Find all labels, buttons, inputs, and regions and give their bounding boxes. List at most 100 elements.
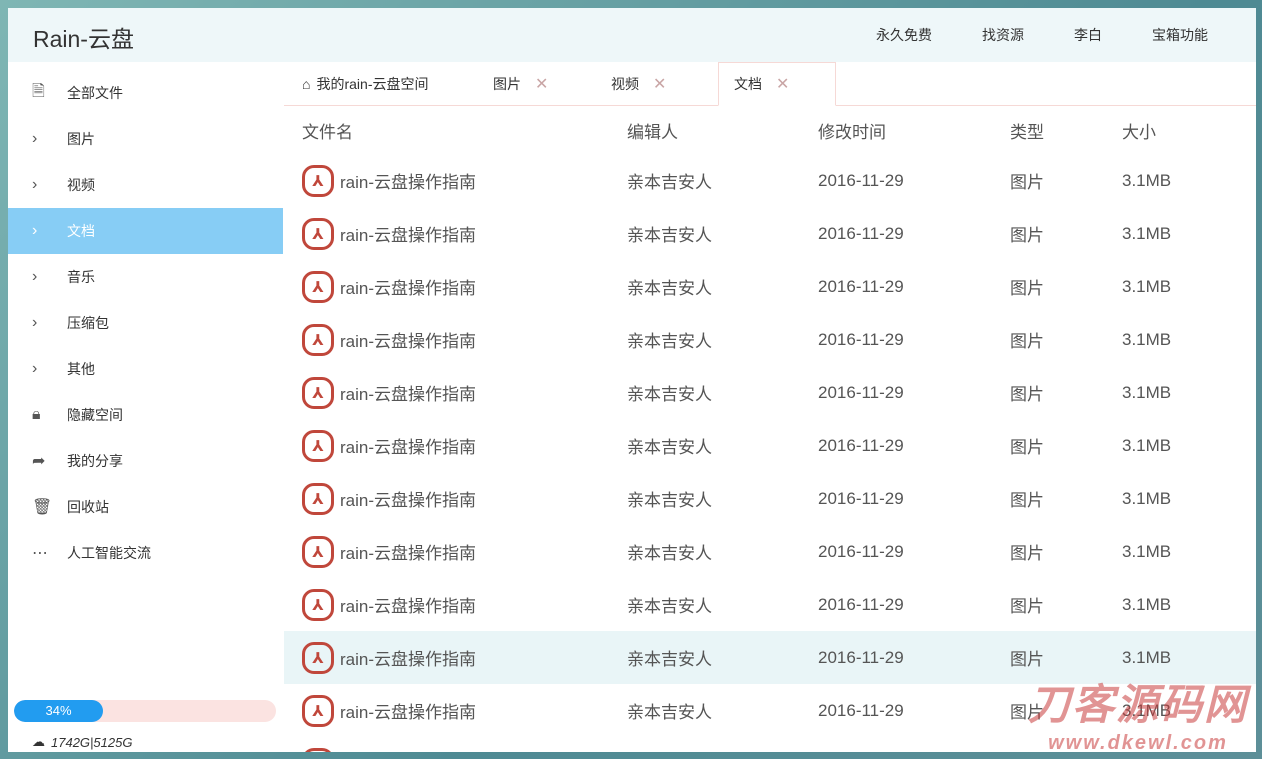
sidebar-item-label: 文档: [67, 223, 95, 239]
file-icon: 🗎: [32, 82, 45, 100]
top-nav-item[interactable]: 宝箱功能: [1152, 25, 1208, 45]
close-icon[interactable]: ✕: [653, 74, 666, 94]
sidebar-item[interactable]: ➦ 我的分享: [8, 438, 283, 484]
sidebar-item-label: 我的分享: [67, 453, 123, 469]
sidebar-item[interactable]: 🔒︎ 隐藏空间: [8, 392, 283, 438]
tab-label: 视频: [611, 75, 639, 92]
pdf-icon: ⅄: [302, 376, 334, 409]
sidebar-item-label: 隐藏空间: [67, 407, 123, 423]
sidebar-item[interactable]: ⋯ 人工智能交流: [8, 530, 283, 576]
app-window: Rain-云盘 永久免费 找资源 李白 宝箱功能 🗎 全部文件 › 图片 › 视频 › 文档 › 音乐 ›…: [8, 8, 1256, 752]
home-icon: ⌂: [302, 75, 311, 92]
cell: 2016-11-29: [818, 541, 904, 561]
storage-progress-fill: 34%: [14, 700, 104, 722]
table-row[interactable]: ⅄rain-云盘操作指南 亲本吉安人 2016-11-29 图片 3.1MB: [284, 472, 1256, 525]
table-row[interactable]: ⅄rain-云盘操作指南 亲本吉安人 2016-11-29 图片 3.1MB: [284, 154, 1256, 207]
chevron-right-icon: ›: [32, 222, 38, 239]
storage-usage: ☁ 1742G|5125G: [32, 734, 132, 750]
sidebar-item[interactable]: › 文档: [8, 208, 283, 254]
cell: 3.1MB: [1122, 541, 1172, 561]
close-icon[interactable]: ✕: [535, 74, 548, 94]
table-row[interactable]: ⅄rain-云盘操作指南 亲本吉安人 2016-11-29 图片 3.1MB: [284, 207, 1256, 260]
sidebar-item[interactable]: › 压缩包: [8, 300, 283, 346]
cell: 2016-11-29: [818, 700, 904, 720]
table-row[interactable]: ⅄rain-云盘操作指南 亲本吉安人 2016-11-29 图片 3.1MB: [284, 578, 1256, 631]
tab[interactable]: 文档 ✕: [718, 62, 836, 106]
file-name[interactable]: rain-云盘操作指南: [340, 380, 476, 405]
close-icon[interactable]: ✕: [776, 74, 789, 94]
watermark-line1: 刀客源码网: [1027, 681, 1248, 728]
file-name[interactable]: rain-云盘操作指南: [340, 274, 476, 299]
top-bar: Rain-云盘 永久免费 找资源 李白 宝箱功能: [8, 8, 1256, 62]
cell: 3.1MB: [1122, 647, 1172, 667]
sidebar-item-label: 视频: [67, 177, 95, 193]
storage-usage-text: 1742G|5125G: [51, 734, 133, 750]
top-nav-item[interactable]: 永久免费: [876, 25, 932, 45]
table-row[interactable]: ⅄rain-云盘操作指南 亲本吉安人 2016-11-29 图片 3.1MB: [284, 260, 1256, 313]
cell: 3.1MB: [1122, 594, 1172, 614]
cell: 亲本吉安人: [627, 173, 712, 192]
cell: 图片: [1010, 332, 1044, 351]
tab[interactable]: 视频 ✕: [596, 62, 714, 105]
file-name[interactable]: rain-云盘操作指南: [340, 168, 476, 193]
col-type[interactable]: 类型: [1010, 118, 1122, 143]
share-icon: ➦: [32, 453, 46, 470]
top-nav-item[interactable]: 李白: [1074, 25, 1102, 45]
table-row[interactable]: ⅄rain-云盘操作指南 亲本吉安人 2016-11-29 图片 3.1MB: [284, 525, 1256, 578]
main-panel: ⌂ 我的rain-云盘空间 图片 ✕ 视频 ✕ 文档 ✕ 文件名 编辑人 修改时间 类型 …: [284, 62, 1256, 752]
sidebar: 🗎 全部文件 › 图片 › 视频 › 文档 › 音乐 › 压缩包 › 其他 🔒︎ 隐藏空间 ➦ 我的分享 🗑︎ 回收站…: [8, 62, 283, 752]
cell: 亲本吉安人: [627, 597, 712, 616]
sidebar-item-label: 全部文件: [67, 85, 123, 101]
tab-home[interactable]: ⌂ 我的rain-云盘空间: [284, 62, 478, 105]
cell: 亲本吉安人: [627, 491, 712, 510]
file-name[interactable]: rain-云盘操作指南: [340, 486, 476, 511]
col-editor[interactable]: 编辑人: [627, 118, 818, 143]
file-list: ⅄ rain-云盘操作指南 亲本吉安人 2016-11-29 图片 3.1MB ⅄ rain-…: [284, 154, 1256, 752]
cell: 2016-11-29: [818, 435, 904, 455]
chevron-right-icon: ›: [32, 176, 38, 193]
file-name[interactable]: rain-云盘操作指南: [340, 539, 476, 564]
cell: 亲本吉安人: [627, 332, 712, 351]
file-name[interactable]: rain-云盘操作指南: [340, 327, 476, 352]
file-name[interactable]: rain-云盘操作指南: [340, 645, 476, 670]
pdf-icon: ⅄: [302, 588, 334, 621]
tab[interactable]: 图片 ✕: [478, 62, 596, 105]
sidebar-item[interactable]: › 音乐: [8, 254, 283, 300]
cell: 2016-11-29: [818, 647, 904, 667]
cell: 亲本吉安人: [627, 438, 712, 457]
table-row[interactable]: ⅄rain-云盘操作指南 亲本吉安人 2016-11-29 图片 3.1MB: [284, 419, 1256, 472]
col-size[interactable]: 大小: [1122, 118, 1222, 143]
sidebar-item[interactable]: › 其他: [8, 346, 283, 392]
trash-icon: 🗑︎: [32, 499, 53, 516]
cell: 亲本吉安人: [627, 703, 712, 722]
tab-home-label: 我的rain-云盘空间: [316, 75, 429, 92]
cell: 2016-11-29: [818, 382, 904, 402]
chevron-right-icon: ›: [32, 360, 38, 377]
tab-bar: ⌂ 我的rain-云盘空间 图片 ✕ 视频 ✕ 文档 ✕: [284, 62, 1256, 106]
table-header: 文件名 编辑人 修改时间 类型 大小: [284, 106, 1256, 154]
cell: 3.1MB: [1122, 488, 1172, 508]
table-row[interactable]: ⅄rain-云盘操作指南 亲本吉安人 2016-11-29 图片 3.1MB: [284, 313, 1256, 366]
sidebar-item[interactable]: › 图片: [8, 116, 283, 162]
file-name[interactable]: rain-云盘操作指南: [340, 751, 476, 752]
cell: 亲本吉安人: [627, 385, 712, 404]
sidebar-item[interactable]: 🗎 全部文件: [8, 70, 283, 116]
sidebar-item[interactable]: › 视频: [8, 162, 283, 208]
col-modified[interactable]: 修改时间: [818, 118, 1010, 143]
file-name[interactable]: rain-云盘操作指南: [340, 433, 476, 458]
file-name[interactable]: rain-云盘操作指南: [340, 221, 476, 246]
file-name[interactable]: rain-云盘操作指南: [340, 592, 476, 617]
cell: 图片: [1010, 650, 1044, 669]
cell: 图片: [1010, 491, 1044, 510]
cell: 3.1MB: [1122, 382, 1172, 402]
cell: 图片: [1010, 544, 1044, 563]
pdf-icon: ⅄: [302, 323, 334, 356]
watermark-line2: www.dkewl.com: [1048, 732, 1228, 754]
col-filename[interactable]: 文件名: [284, 118, 627, 143]
top-nav-item[interactable]: 找资源: [982, 25, 1024, 45]
sidebar-item[interactable]: 🗑︎ 回收站: [8, 484, 283, 530]
table-row[interactable]: ⅄rain-云盘操作指南 亲本吉安人 2016-11-29 图片 3.1MB: [284, 366, 1256, 419]
cell: 2016-11-29: [818, 170, 904, 190]
file-name[interactable]: rain-云盘操作指南: [340, 698, 476, 723]
cell: 图片: [1010, 173, 1044, 192]
